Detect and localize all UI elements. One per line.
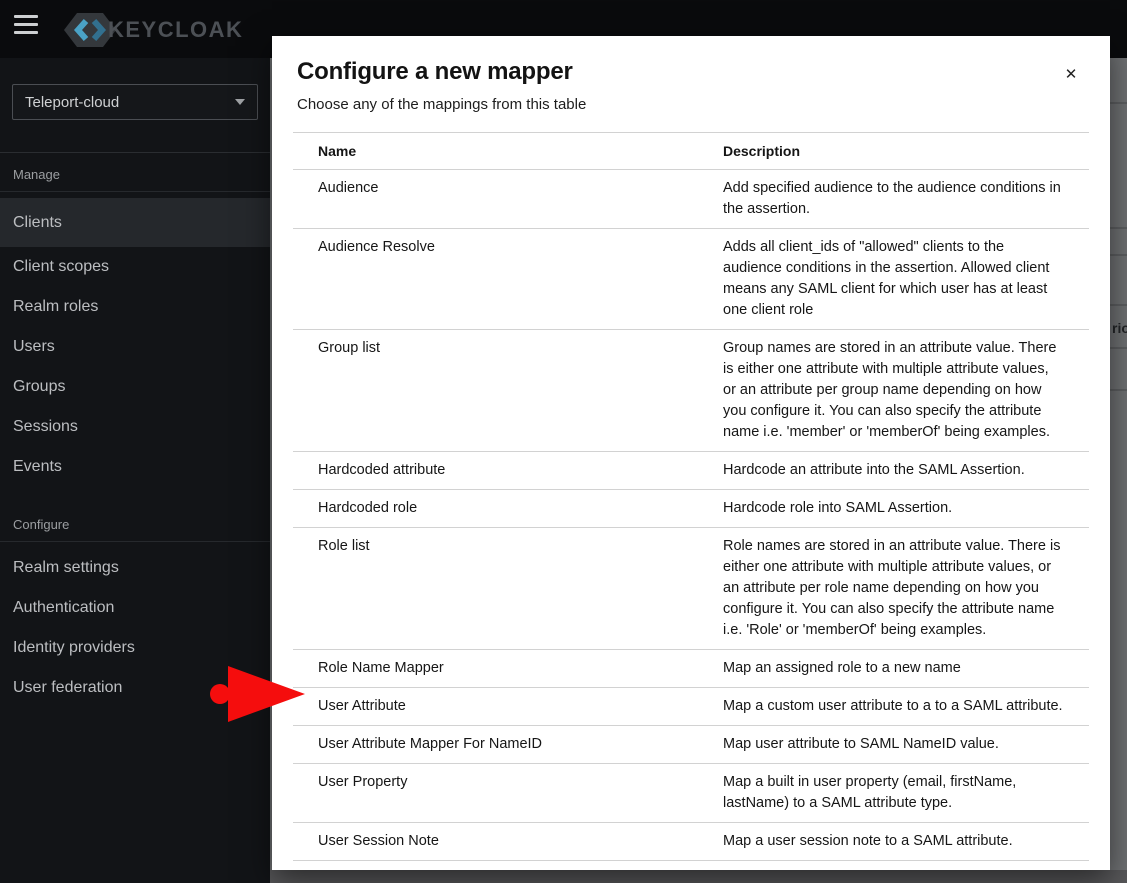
table-row-hardcoded-role[interactable]: Hardcoded role Hardcode role into SAML A…: [293, 489, 1089, 528]
nav-section-configure: Configure: [0, 517, 270, 542]
realm-selector-value: Teleport-cloud: [25, 93, 120, 111]
table-row-hardcoded-attribute[interactable]: Hardcoded attribute Hardcode an attribut…: [293, 451, 1089, 490]
keycloak-logo: KEYCLOAK: [64, 10, 243, 50]
mapper-name: Group list: [293, 329, 698, 452]
sidebar-item-realm-roles[interactable]: Realm roles: [0, 287, 270, 327]
column-header-name: Name: [293, 132, 698, 170]
background-table-line: [1110, 389, 1127, 391]
sidebar-item-clients[interactable]: Clients: [0, 198, 270, 247]
table-row-user-attribute[interactable]: User Attribute Map a custom user attribu…: [293, 687, 1089, 726]
mapper-description: Group names are stored in an attribute v…: [698, 329, 1089, 452]
table-row-user-property[interactable]: User Property Map a built in user proper…: [293, 763, 1089, 823]
table-row-user-session-note[interactable]: User Session Note Map a user session not…: [293, 822, 1089, 861]
realm-selector-area: Teleport-cloud: [0, 58, 270, 153]
dialog-body: Name Description Audience Add specified …: [293, 132, 1089, 861]
mapper-name: User Attribute Mapper For NameID: [293, 725, 698, 764]
table-row-role-name-mapper[interactable]: Role Name Mapper Map an assigned role to…: [293, 649, 1089, 688]
table-row-audience-resolve[interactable]: Audience Resolve Adds all client_ids of …: [293, 228, 1089, 330]
background-table-line: [1110, 304, 1127, 306]
menu-toggle-icon[interactable]: [14, 15, 38, 34]
nav-section-label: Manage: [13, 167, 60, 182]
mapper-name: User Attribute: [293, 687, 698, 726]
mapper-name: Hardcoded role: [293, 489, 698, 528]
mapper-name: Audience: [293, 169, 698, 229]
mapper-description: Hardcode role into SAML Assertion.: [698, 489, 1089, 528]
chevron-down-icon: [235, 99, 245, 105]
mapper-description: Map user attribute to SAML NameID value.: [698, 725, 1089, 764]
modal-close-button[interactable]: ✕: [1060, 64, 1082, 86]
mapper-table: Name Description Audience Add specified …: [293, 132, 1089, 861]
sidebar: Teleport-cloud Manage Clients Client sco…: [0, 58, 270, 883]
sidebar-item-events[interactable]: Events: [0, 447, 270, 487]
column-header-description: Description: [698, 132, 1089, 170]
background-table-line: [1110, 347, 1127, 349]
brand-text: KEYCLOAK: [108, 17, 244, 42]
mapper-description: Add specified audience to the audience c…: [698, 169, 1089, 229]
nav-section-manage: Manage: [0, 167, 270, 192]
background-table-line: [1110, 102, 1127, 104]
sidebar-item-authentication[interactable]: Authentication: [0, 588, 270, 628]
nav-section-label: Configure: [13, 517, 70, 532]
background-table-line: [1110, 254, 1127, 256]
mapper-description: Role names are stored in an attribute va…: [698, 527, 1089, 650]
mapper-description: Map a built in user property (email, fir…: [698, 763, 1089, 823]
dialog-title: Configure a new mapper: [297, 58, 573, 85]
nav-list-manage: Clients Client scopes Realm roles Users …: [0, 192, 270, 487]
sidebar-item-identity-providers[interactable]: Identity providers: [0, 628, 270, 668]
mapper-description: Map a user session note to a SAML attrib…: [698, 822, 1089, 861]
mapper-name: User Property: [293, 763, 698, 823]
sidebar-item-users[interactable]: Users: [0, 327, 270, 367]
sidebar-item-client-scopes[interactable]: Client scopes: [0, 247, 270, 287]
sidebar-item-sessions[interactable]: Sessions: [0, 407, 270, 447]
mapper-name: Audience Resolve: [293, 228, 698, 330]
mapper-name: Hardcoded attribute: [293, 451, 698, 490]
mapper-description: Map an assigned role to a new name: [698, 649, 1089, 688]
close-icon: ✕: [1064, 66, 1078, 83]
table-row-audience[interactable]: Audience Add specified audience to the a…: [293, 169, 1089, 229]
table-row-user-attribute-mapper-for-nameid[interactable]: User Attribute Mapper For NameID Map use…: [293, 725, 1089, 764]
sidebar-item-realm-settings[interactable]: Realm settings: [0, 548, 270, 588]
realm-selector[interactable]: Teleport-cloud: [12, 84, 258, 120]
configure-mapper-dialog: Configure a new mapper Choose any of the…: [272, 36, 1110, 870]
dialog-subtitle: Choose any of the mappings from this tab…: [297, 96, 587, 113]
background-bottom-strip: [270, 870, 1127, 883]
table-row-role-list[interactable]: Role list Role names are stored in an at…: [293, 527, 1089, 650]
sidebar-item-user-federation[interactable]: User federation: [0, 668, 270, 708]
background-table-line: [1110, 227, 1127, 229]
mapper-name: Role Name Mapper: [293, 649, 698, 688]
sidebar-item-groups[interactable]: Groups: [0, 367, 270, 407]
background-partial-text: rio: [1112, 320, 1127, 336]
table-row-group-list[interactable]: Group list Group names are stored in an …: [293, 329, 1089, 452]
mapper-description: Adds all client_ids of "allowed" clients…: [698, 228, 1089, 330]
mapper-name: User Session Note: [293, 822, 698, 861]
mapper-table-header-row: Name Description: [293, 132, 1089, 170]
mapper-description: Map a custom user attribute to a to a SA…: [698, 687, 1089, 726]
mapper-description: Hardcode an attribute into the SAML Asse…: [698, 451, 1089, 490]
nav-list-configure: Realm settings Authentication Identity p…: [0, 542, 270, 708]
mapper-name: Role list: [293, 527, 698, 650]
